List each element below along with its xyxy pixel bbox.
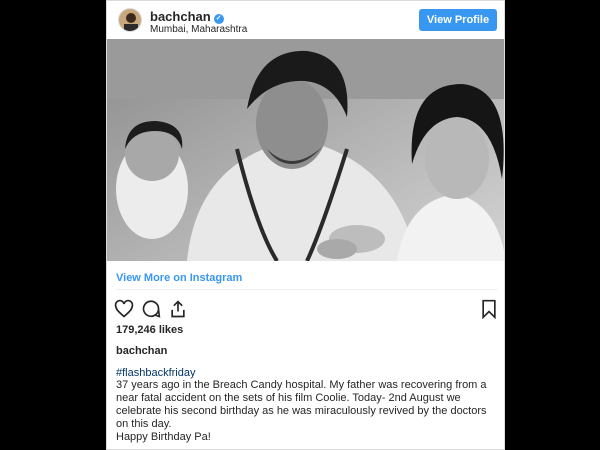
instagram-embed: bachchan ✓ Mumbai, Maharashtra View Profi…	[106, 0, 505, 450]
avatar[interactable]	[118, 8, 142, 32]
username-text[interactable]: bachchan	[150, 9, 211, 24]
hashtag-link[interactable]: #flashbackfriday	[116, 367, 196, 379]
heart-icon[interactable]	[114, 299, 134, 319]
action-bar	[114, 299, 499, 320]
caption-username[interactable]: bachchan	[116, 345, 167, 357]
like-count[interactable]: 179,246 likes	[116, 324, 183, 336]
view-profile-button[interactable]: View Profile	[419, 9, 497, 31]
verified-badge-icon: ✓	[213, 14, 224, 24]
post-username[interactable]: bachchan ✓	[150, 9, 224, 24]
post-location[interactable]: Mumbai, Maharashtra	[150, 24, 247, 35]
caption-closing: Happy Birthday Pa!	[116, 431, 211, 443]
caption-text: 37 years ago in the Breach Candy hospita…	[116, 379, 498, 444]
divider	[116, 289, 497, 290]
post-header: bachchan ✓ Mumbai, Maharashtra View Profi…	[107, 1, 504, 39]
bookmark-icon[interactable]	[479, 299, 499, 320]
post-photo[interactable]	[107, 39, 504, 261]
share-icon[interactable]	[168, 299, 188, 319]
view-more-link[interactable]: View More on Instagram	[116, 272, 242, 284]
comment-icon[interactable]	[141, 299, 161, 319]
caption-body: 37 years ago in the Breach Candy hospita…	[116, 379, 487, 430]
